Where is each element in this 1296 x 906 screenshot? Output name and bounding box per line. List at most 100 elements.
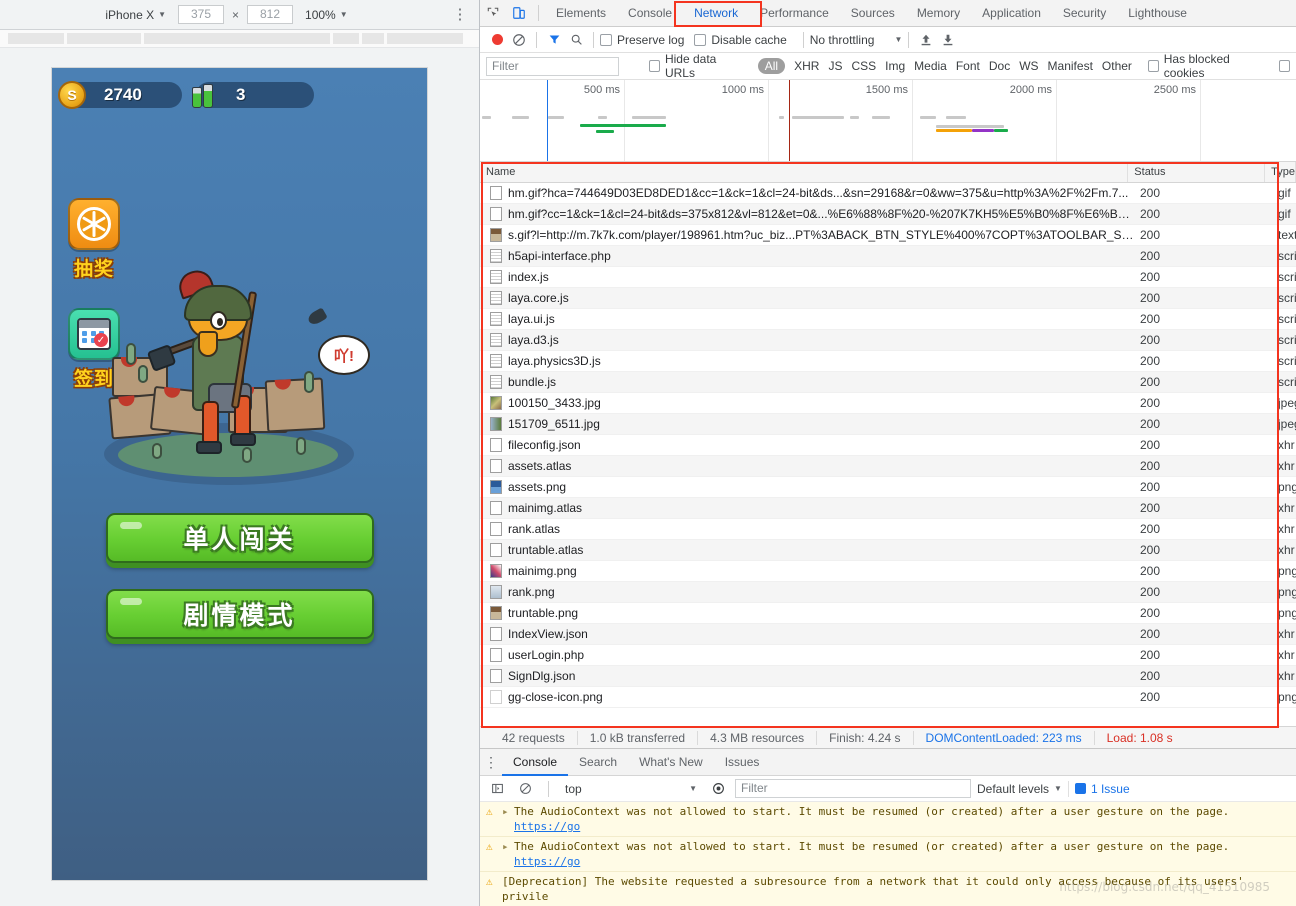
table-row[interactable]: laya.ui.js 200 script [480, 309, 1296, 330]
device-selector[interactable]: iPhone X ▼ [101, 6, 170, 24]
filter-type-font[interactable]: Font [956, 59, 980, 73]
request-name: 100150_3433.jpg [508, 396, 601, 410]
console-context-selector[interactable]: top ▼ [561, 782, 701, 796]
console-levels-selector[interactable]: Default levels ▼ [977, 782, 1062, 796]
filter-type-doc[interactable]: Doc [989, 59, 1010, 73]
table-row[interactable]: hm.gif?cc=1&ck=1&cl=24-bit&ds=375x812&vl… [480, 204, 1296, 225]
tab-elements[interactable]: Elements [545, 0, 617, 27]
clear-button[interactable] [508, 29, 530, 51]
devtools-panel: Elements Console Network Performance Sou… [480, 0, 1296, 906]
table-row[interactable]: hm.gif?hca=744649D03ED8DED1&cc=1&ck=1&cl… [480, 183, 1296, 204]
drawer-tab-issues[interactable]: Issues [714, 749, 771, 776]
tab-console[interactable]: Console [617, 0, 683, 27]
device-toolbar-icon[interactable] [506, 0, 532, 26]
tab-network[interactable]: Network [683, 0, 750, 27]
console-toolbar: top ▼ Filter Default levels ▼ 1 Issue [480, 776, 1296, 802]
table-row[interactable]: truntable.atlas 200 xhr [480, 540, 1296, 561]
story-mode-button[interactable]: 剧情模式 [105, 589, 374, 639]
table-row[interactable]: fileconfig.json 200 xhr [480, 435, 1296, 456]
lottery-button[interactable]: 抽奖 [68, 198, 120, 281]
filter-type-all[interactable]: All [757, 58, 786, 74]
table-row[interactable]: 100150_3433.jpg 200 jpeg [480, 393, 1296, 414]
tab-memory[interactable]: Memory [906, 0, 971, 27]
console-filter-input[interactable]: Filter [735, 779, 971, 798]
tab-sources[interactable]: Sources [840, 0, 906, 27]
filter-type-ws[interactable]: WS [1019, 59, 1038, 73]
table-row[interactable]: laya.core.js 200 script [480, 288, 1296, 309]
table-row[interactable]: rank.atlas 200 xhr [480, 519, 1296, 540]
table-row[interactable]: truntable.png 200 png [480, 603, 1296, 624]
tab-application[interactable]: Application [971, 0, 1052, 27]
filter-icon[interactable] [543, 29, 565, 51]
tab-security[interactable]: Security [1052, 0, 1117, 27]
column-header-type[interactable]: Type [1265, 162, 1296, 182]
filter-type-img[interactable]: Img [885, 59, 905, 73]
column-header-name[interactable]: Name [480, 162, 1129, 182]
issues-badge[interactable]: 1 Issue [1067, 780, 1136, 797]
throttling-selector[interactable]: No throttling ▼ [810, 33, 903, 47]
expand-arrow-icon[interactable]: ▸ [502, 839, 510, 869]
disable-cache-checkbox[interactable]: Disable cache [694, 33, 787, 47]
zoom-selector[interactable]: 100% ▼ [301, 6, 352, 24]
table-row[interactable]: 151709_6511.jpg 200 jpeg [480, 414, 1296, 435]
filter-type-css[interactable]: CSS [851, 59, 876, 73]
column-header-status[interactable]: Status [1128, 162, 1266, 182]
live-expression-icon[interactable] [707, 778, 729, 800]
filter-type-media[interactable]: Media [914, 59, 947, 73]
table-row[interactable]: assets.png 200 png [480, 477, 1296, 498]
search-icon[interactable] [565, 29, 587, 51]
filter-type-manifest[interactable]: Manifest [1048, 59, 1093, 73]
table-row[interactable]: mainimg.atlas 200 xhr [480, 498, 1296, 519]
table-row[interactable]: mainimg.png 200 png [480, 561, 1296, 582]
console-message-link[interactable]: https://go [514, 855, 580, 868]
table-row[interactable]: rank.png 200 png [480, 582, 1296, 603]
console-message[interactable]: ⚠ ▸ The AudioContext was not allowed to st… [480, 802, 1296, 837]
download-har-icon[interactable] [937, 29, 959, 51]
show-console-sidebar-icon[interactable] [486, 778, 508, 800]
record-button[interactable] [486, 29, 508, 51]
table-row[interactable]: assets.atlas 200 xhr [480, 456, 1296, 477]
drawer-menu-icon[interactable]: ⋮ [480, 755, 502, 769]
table-row[interactable]: laya.physics3D.js 200 script [480, 351, 1296, 372]
device-options-menu-icon[interactable]: ⋮ [451, 7, 469, 22]
device-width-input[interactable]: 375 [178, 5, 224, 24]
filter-type-js[interactable]: JS [828, 59, 842, 73]
drawer-tab-whats-new[interactable]: What's New [628, 749, 714, 776]
tab-performance[interactable]: Performance [749, 0, 840, 27]
table-row[interactable]: gg-close-icon.png 200 png [480, 687, 1296, 708]
table-body[interactable]: hm.gif?hca=744649D03ED8DED1&cc=1&ck=1&cl… [480, 183, 1296, 726]
table-row[interactable]: userLogin.php 200 xhr [480, 645, 1296, 666]
cactus [304, 371, 314, 393]
table-row[interactable]: s.gif?l=http://m.7k7k.com/player/198961.… [480, 225, 1296, 246]
device-height-input[interactable]: 812 [247, 5, 294, 24]
console-message[interactable]: ⚠ ▸ The AudioContext was not allowed to st… [480, 837, 1296, 872]
preserve-log-checkbox[interactable]: Preserve log [600, 33, 684, 47]
table-row[interactable]: bundle.js 200 script [480, 372, 1296, 393]
table-row[interactable]: index.js 200 script [480, 267, 1296, 288]
blocked-requests-checkbox[interactable] [1279, 60, 1290, 72]
single-player-button[interactable]: 单人闯关 [105, 513, 374, 563]
game-viewport[interactable]: S 2740 3 抽奖 ✓ 签到 吖! 单人闯关 剧情模式 [52, 68, 427, 880]
clear-console-icon[interactable] [514, 778, 536, 800]
network-filter-input[interactable]: Filter [486, 56, 620, 76]
table-row[interactable]: laya.d3.js 200 script [480, 330, 1296, 351]
filter-type-other[interactable]: Other [1102, 59, 1132, 73]
inspect-element-icon[interactable] [480, 0, 506, 26]
request-status: 200 [1140, 228, 1161, 242]
table-row[interactable]: h5api-interface.php 200 script [480, 246, 1296, 267]
upload-har-icon[interactable] [915, 29, 937, 51]
expand-arrow-icon[interactable]: ▸ [502, 804, 510, 834]
tab-lighthouse[interactable]: Lighthouse [1117, 0, 1198, 27]
console-message-link[interactable]: https://go [514, 820, 580, 833]
drawer-tab-console[interactable]: Console [502, 749, 569, 776]
hide-data-urls-checkbox[interactable]: Hide data URLs [649, 52, 740, 80]
has-blocked-cookies-checkbox[interactable]: Has blocked cookies [1147, 52, 1261, 80]
filter-type-xhr[interactable]: XHR [794, 59, 819, 73]
console-message[interactable]: ⚠ [Deprecation] The website requested a s… [480, 872, 1296, 906]
network-overview-timeline[interactable]: 500 ms 1000 ms 1500 ms 2000 ms 2500 ms [480, 80, 1296, 162]
table-row[interactable]: IndexView.json 200 xhr [480, 624, 1296, 645]
drawer-tab-search[interactable]: Search [568, 749, 628, 776]
table-row[interactable]: SignDlg.json 200 xhr [480, 666, 1296, 687]
console-messages[interactable]: ⚠ ▸ The AudioContext was not allowed to st… [480, 802, 1296, 906]
energy-bottle-icon [192, 82, 218, 108]
